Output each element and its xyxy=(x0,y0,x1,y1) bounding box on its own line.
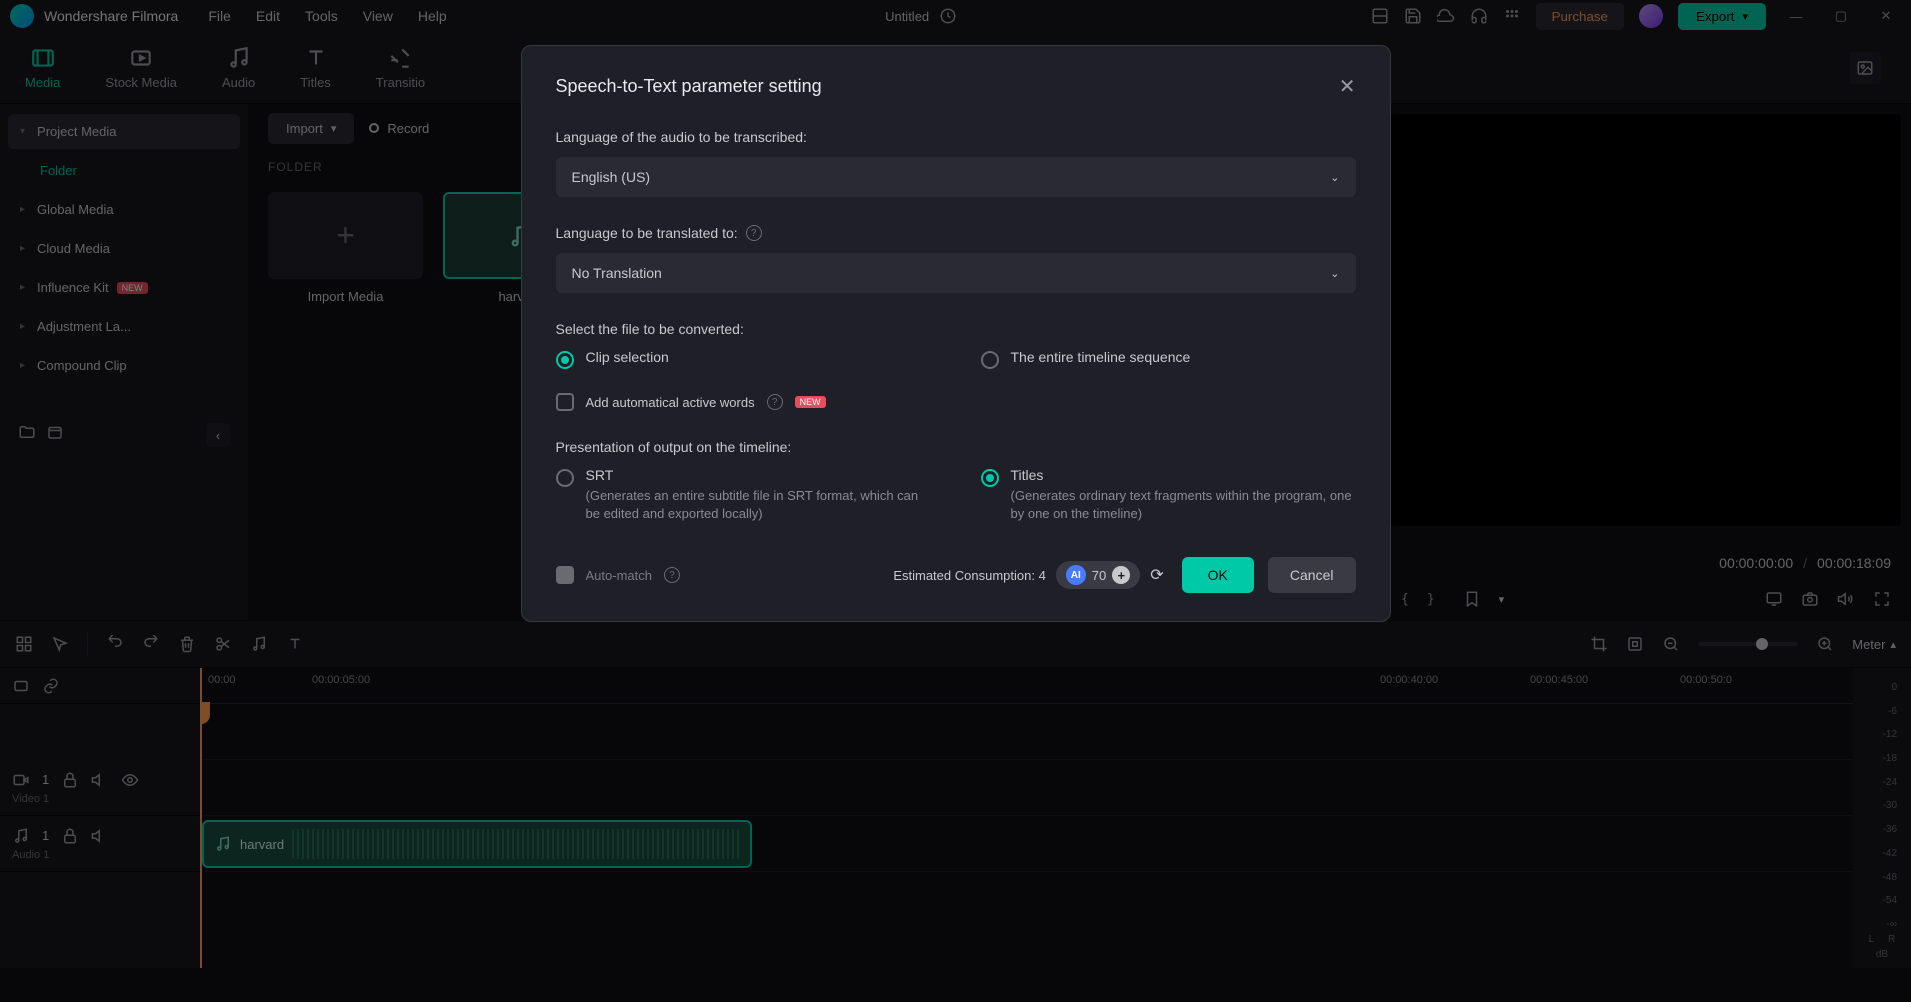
ai-credits-pill[interactable]: AI 70 + xyxy=(1056,561,1140,589)
radio-icon xyxy=(556,351,574,369)
plus-icon: + xyxy=(1112,566,1130,584)
help-icon[interactable]: ? xyxy=(664,567,680,583)
lang-audio-select[interactable]: English (US) ⌄ xyxy=(556,157,1356,197)
radio-entire-timeline[interactable]: The entire timeline sequence xyxy=(981,349,1356,369)
estimated-consumption: Estimated Consumption: 4 xyxy=(893,568,1045,583)
ai-badge-icon: AI xyxy=(1066,565,1086,585)
help-icon[interactable]: ? xyxy=(767,394,783,410)
modal-overlay: Speech-to-Text parameter setting ✕ Langu… xyxy=(0,0,1911,1002)
close-button[interactable]: ✕ xyxy=(1339,74,1356,99)
radio-icon xyxy=(556,469,574,487)
lang-trans-select[interactable]: No Translation ⌄ xyxy=(556,253,1356,293)
checkbox-active-words[interactable]: Add automatical active words ? NEW xyxy=(556,393,1356,411)
ok-button[interactable]: OK xyxy=(1182,557,1254,593)
radio-icon xyxy=(981,351,999,369)
checkbox-auto-match[interactable] xyxy=(556,566,574,584)
lang-trans-label: Language to be translated to: ? xyxy=(556,225,1356,241)
chevron-down-icon: ⌄ xyxy=(1330,267,1339,280)
modal-title: Speech-to-Text parameter setting xyxy=(556,76,822,97)
lang-audio-label: Language of the audio to be transcribed: xyxy=(556,129,1356,145)
cancel-button[interactable]: Cancel xyxy=(1268,557,1356,593)
radio-clip-selection[interactable]: Clip selection xyxy=(556,349,931,369)
radio-icon xyxy=(981,469,999,487)
help-icon[interactable]: ? xyxy=(746,225,762,241)
radio-titles[interactable]: Titles (Generates ordinary text fragment… xyxy=(981,467,1356,523)
refresh-icon[interactable]: ⟳ xyxy=(1150,565,1163,585)
chevron-down-icon: ⌄ xyxy=(1330,171,1339,184)
presentation-label: Presentation of output on the timeline: xyxy=(556,439,1356,455)
speech-to-text-modal: Speech-to-Text parameter setting ✕ Langu… xyxy=(521,45,1391,622)
radio-srt[interactable]: SRT (Generates an entire subtitle file i… xyxy=(556,467,931,523)
new-badge: NEW xyxy=(795,396,826,408)
checkbox-icon xyxy=(556,393,574,411)
select-file-label: Select the file to be converted: xyxy=(556,321,1356,337)
